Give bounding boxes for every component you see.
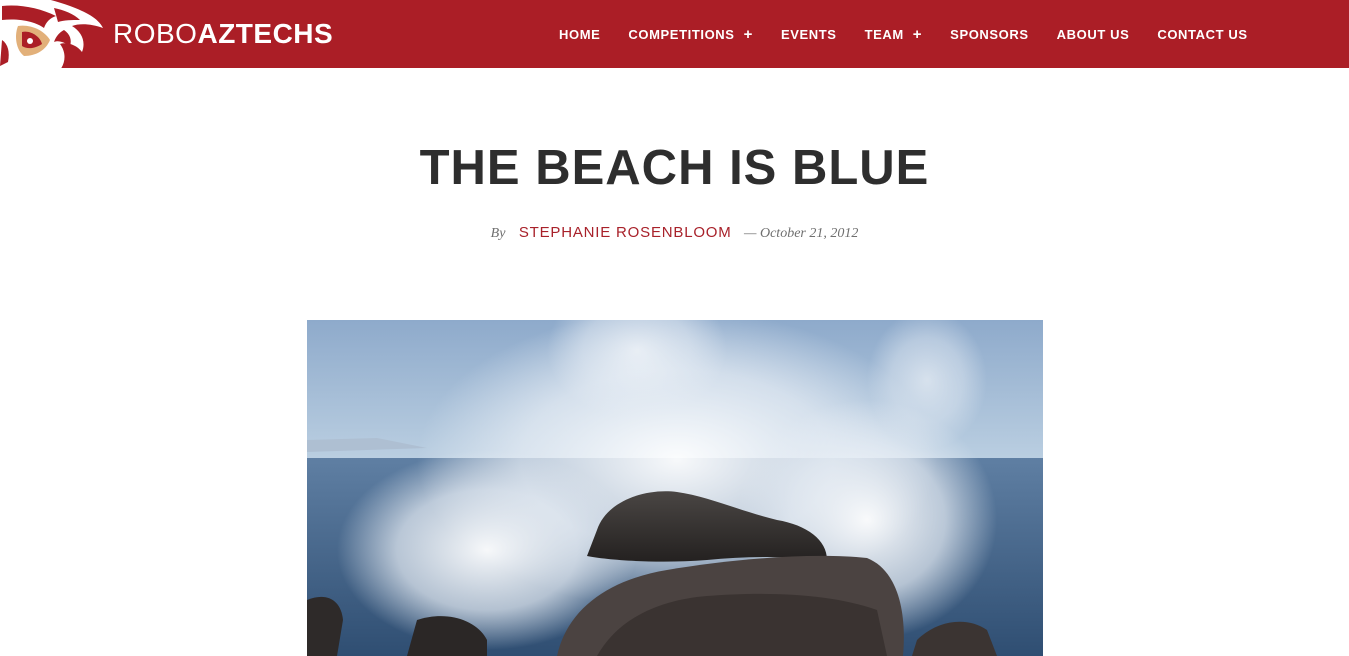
site-header: ROBOAZTECHS HOME COMPETITIONS + EVENTS TE…: [0, 0, 1349, 68]
nav-team-label: TEAM: [864, 26, 904, 42]
nav-home[interactable]: HOME: [559, 27, 600, 42]
aztec-eagle-icon: [0, 0, 103, 68]
nav-competitions-label: COMPETITIONS: [628, 26, 735, 42]
wave-crashing-on-rocks-photo: [307, 320, 1043, 656]
nav-sponsors-label: SPONSORS: [950, 26, 1029, 42]
nav-contact-us[interactable]: CONTACT US: [1157, 27, 1247, 42]
plus-icon[interactable]: +: [744, 27, 753, 42]
logo-wordmark: ROBOAZTECHS: [113, 17, 333, 51]
nav-home-label: HOME: [559, 26, 601, 42]
logo-text-light: ROBO: [113, 18, 198, 49]
main-nav: HOME COMPETITIONS + EVENTS TEAM + SPONSORS…: [559, 0, 1248, 68]
post-title: THE BEACH IS BLUE: [419, 141, 930, 195]
nav-contact-us-label: CONTACT US: [1157, 26, 1248, 42]
logo-text-bold: AZTECHS: [197, 18, 334, 49]
site-logo[interactable]: ROBOAZTECHS: [0, 0, 340, 68]
nav-sponsors[interactable]: SPONSORS: [950, 27, 1028, 42]
post-date: — October 21, 2012: [744, 226, 859, 241]
nav-events-label: EVENTS: [780, 26, 837, 42]
nav-competitions[interactable]: COMPETITIONS +: [628, 27, 753, 42]
nav-team[interactable]: TEAM +: [865, 27, 923, 42]
post-author-link[interactable]: STEPHANIE ROSENBLOOM: [519, 224, 732, 241]
nav-about-us[interactable]: ABOUT US: [1057, 27, 1130, 42]
plus-icon[interactable]: +: [913, 27, 922, 42]
nav-events[interactable]: EVENTS: [781, 27, 837, 42]
nav-about-us-label: ABOUT US: [1056, 26, 1130, 42]
post-meta: By STEPHANIE ROSENBLOOM — October 21, 20…: [0, 222, 1349, 245]
post-byline-prefix: By: [490, 226, 506, 241]
